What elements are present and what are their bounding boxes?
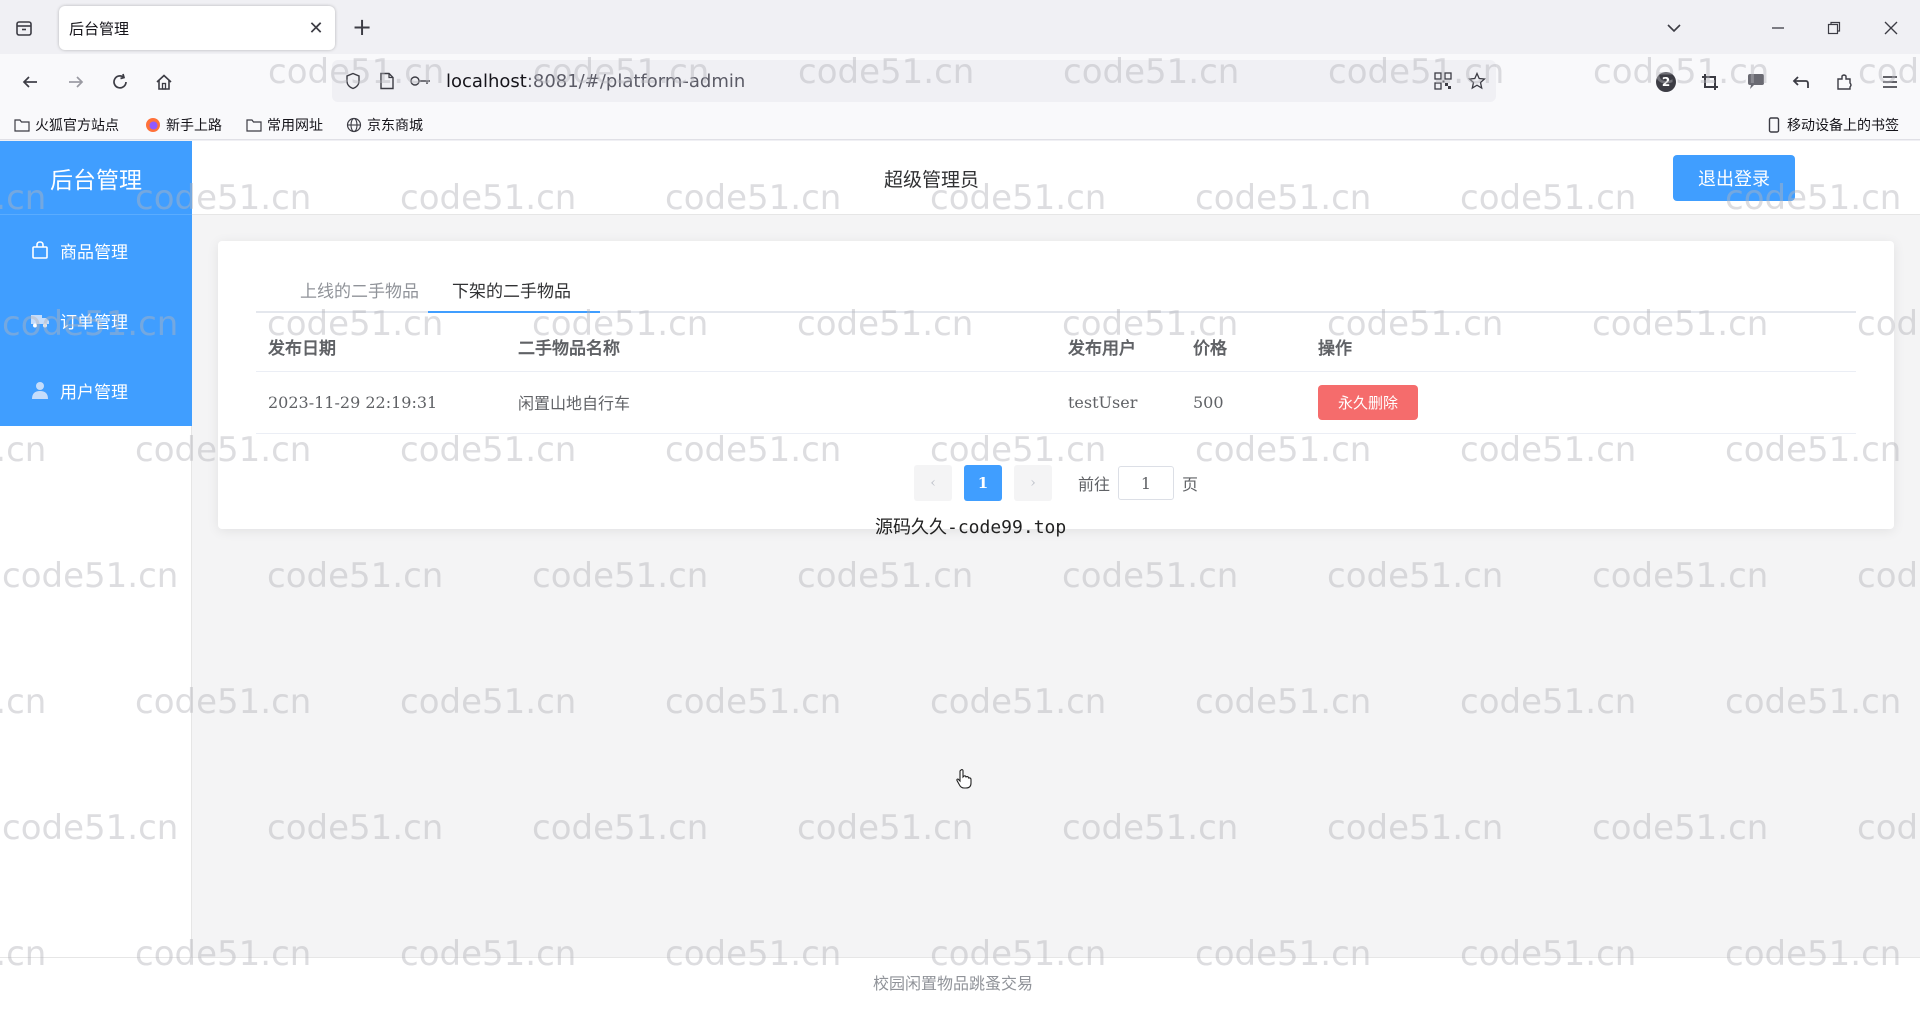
- browser-tab-bar: 后台管理 ✕ +: [0, 0, 1920, 54]
- url-text: localhost:8081/#/platform-admin: [446, 71, 745, 92]
- key-icon[interactable]: [408, 70, 434, 92]
- goto-prefix: 前往: [1078, 475, 1111, 494]
- minimize-icon[interactable]: [1764, 14, 1792, 42]
- tab-overview-icon[interactable]: [10, 14, 38, 42]
- bookmark-getting-started[interactable]: 新手上路: [145, 114, 222, 136]
- crop-icon[interactable]: [1696, 68, 1724, 96]
- chevron-right-icon: ›: [1030, 475, 1036, 491]
- goto-page-input[interactable]: [1118, 466, 1175, 500]
- bookmark-firefox-official[interactable]: 火狐官方站点: [14, 114, 119, 136]
- close-tab-icon[interactable]: ✕: [303, 15, 329, 41]
- qr-code-icon[interactable]: [1432, 70, 1454, 92]
- hand-cursor-icon: [955, 769, 973, 793]
- url-path: :8081/#/platform-admin: [526, 71, 746, 92]
- shield-icon[interactable]: [342, 70, 364, 92]
- cell-date: 2023-11-29 22:19:31: [256, 371, 506, 434]
- bookmark-label: 移动设备上的书签: [1787, 118, 1899, 134]
- column-header-price: 价格: [1181, 323, 1306, 372]
- column-header-name: 二手物品名称: [506, 323, 1056, 372]
- column-header-date: 发布日期: [256, 323, 506, 372]
- cell-action: 永久删除: [1306, 371, 1856, 434]
- page-footer: 校园闲置物品跳蚤交易: [0, 957, 1920, 1030]
- cell-name: 闲置山地自行车: [506, 371, 1056, 434]
- source-note: 源码久久-code99.top: [875, 517, 1067, 538]
- table-header-row: 发布日期 二手物品名称 发布用户 价格 操作: [256, 323, 1856, 372]
- sidebar-item-orders[interactable]: 订单管理: [0, 285, 192, 355]
- content-card: 上线的二手物品 下架的二手物品 发布日期 二手物品名称 发布用户 价格 操作 2…: [218, 241, 1894, 529]
- bookmark-common-sites[interactable]: 常用网址: [246, 114, 323, 136]
- sidebar-brand: 后台管理: [0, 141, 192, 215]
- bookmark-label: 新手上路: [166, 118, 222, 134]
- home-icon[interactable]: [148, 66, 180, 98]
- sidebar-item-label: 用户管理: [60, 382, 128, 403]
- items-table: 发布日期 二手物品名称 发布用户 价格 操作 2023-11-29 22:19:…: [256, 323, 1856, 434]
- extensions-icon[interactable]: [1830, 68, 1858, 96]
- url-host: localhost: [446, 71, 527, 92]
- folder-icon: [14, 117, 30, 133]
- page-number-current[interactable]: 1: [964, 465, 1002, 501]
- extension-badge-icon[interactable]: 2: [1652, 68, 1680, 96]
- chevron-left-icon: ‹: [930, 475, 936, 491]
- tab-online-items[interactable]: 上线的二手物品: [300, 277, 419, 302]
- sidebar-item-users[interactable]: 用户管理: [0, 355, 192, 425]
- bookmark-label: 火狐官方站点: [35, 118, 119, 134]
- delete-permanently-button[interactable]: 永久删除: [1318, 384, 1418, 420]
- next-page-button[interactable]: ›: [1014, 465, 1052, 501]
- tab-title: 后台管理: [69, 20, 130, 38]
- globe-icon: [346, 117, 362, 133]
- sidebar: 后台管理 商品管理 订单管理 用户管理: [0, 141, 192, 426]
- bookmark-label: 常用网址: [267, 118, 323, 134]
- bookmark-mobile[interactable]: 移动设备上的书签: [1766, 114, 1899, 136]
- notification-count: 2: [1661, 75, 1671, 89]
- shopping-bag-icon: [30, 240, 50, 260]
- page-icon[interactable]: [376, 70, 398, 92]
- bookmark-jd-mall[interactable]: 京东商城: [346, 114, 423, 136]
- bookmark-label: 京东商城: [367, 118, 423, 134]
- reload-icon[interactable]: [104, 66, 136, 98]
- page-header: 超级管理员 退出登录: [192, 141, 1920, 215]
- close-window-icon[interactable]: [1877, 14, 1905, 42]
- mobile-icon: [1766, 117, 1782, 133]
- menu-icon[interactable]: [1876, 68, 1904, 96]
- back-icon[interactable]: [14, 66, 46, 98]
- firefox-icon: [145, 117, 161, 133]
- user-icon: [30, 380, 50, 400]
- tab-offline-items[interactable]: 下架的二手物品: [452, 277, 571, 302]
- cell-user: testUser: [1056, 371, 1181, 434]
- cell-price: 500: [1181, 371, 1306, 434]
- sidebar-item-label: 商品管理: [60, 242, 128, 263]
- footer-divider: [0, 957, 1920, 958]
- sidebar-item-products[interactable]: 商品管理: [0, 215, 192, 285]
- table-row: 2023-11-29 22:19:31 闲置山地自行车 testUser 500…: [256, 371, 1856, 434]
- undo-icon[interactable]: [1786, 68, 1814, 96]
- footer-text: 校园闲置物品跳蚤交易: [873, 974, 1034, 993]
- logout-button[interactable]: 退出登录: [1673, 155, 1795, 201]
- bookmarks-bar: 火狐官方站点 新手上路 常用网址 京东商城 移动设备上的书签: [0, 110, 1920, 140]
- forward-icon[interactable]: [60, 66, 92, 98]
- folder-icon: [246, 117, 262, 133]
- page-viewport: 后台管理 商品管理 订单管理 用户管理 超级管理员 退出登录 上线的二手物品 下…: [0, 141, 1920, 1030]
- star-icon[interactable]: [1466, 70, 1488, 92]
- tab-bar: 上线的二手物品 下架的二手物品: [256, 269, 1856, 313]
- truck-icon: [30, 310, 50, 330]
- user-role: 超级管理员: [884, 169, 980, 191]
- chevron-down-icon[interactable]: [1660, 14, 1688, 42]
- goto-suffix: 页: [1182, 475, 1199, 494]
- prev-page-button[interactable]: ‹: [914, 465, 952, 501]
- column-header-user: 发布用户: [1056, 323, 1181, 372]
- browser-tab-active[interactable]: 后台管理 ✕: [59, 6, 335, 50]
- column-header-action: 操作: [1306, 323, 1856, 372]
- chat-icon[interactable]: [1742, 68, 1770, 96]
- restore-icon[interactable]: [1820, 14, 1848, 42]
- browser-nav-bar: localhost:8081/#/platform-admin 2: [0, 54, 1920, 110]
- new-tab-icon[interactable]: +: [348, 12, 376, 42]
- pagination: ‹ 1 › 前往 页: [914, 465, 1198, 501]
- address-bar[interactable]: localhost:8081/#/platform-admin: [332, 60, 1496, 102]
- active-tab-indicator: [428, 311, 600, 313]
- sidebar-item-label: 订单管理: [60, 312, 128, 333]
